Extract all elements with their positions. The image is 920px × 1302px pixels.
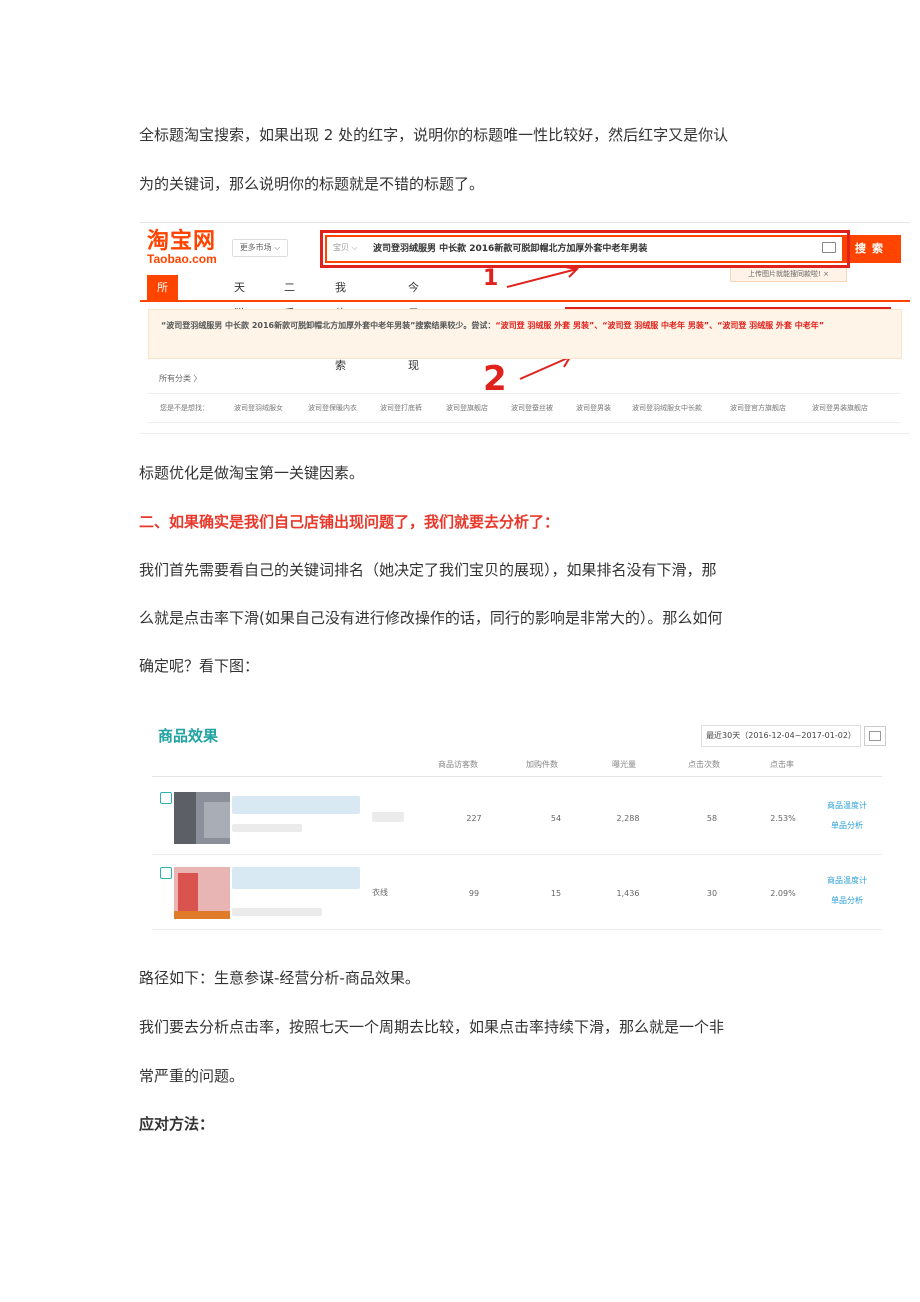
- related-item[interactable]: 波司登保暖内衣: [308, 403, 357, 413]
- row1-exposure: 2,288: [616, 814, 640, 823]
- blurred-product-title: [232, 796, 360, 814]
- row1-product-thermometer-link[interactable]: 商品温度计: [817, 800, 877, 811]
- paragraph-3-line-3: 确定呢？看下图：: [139, 657, 260, 675]
- row-divider: [152, 854, 882, 855]
- few-results-notice: “波司登羽绒服男 中长款 2016新款可脱卸帽北方加厚外套中老年男装”搜索结果较…: [148, 309, 902, 359]
- paragraph-5-line-2: 常严重的问题。: [139, 1067, 245, 1085]
- row1-single-analysis-link[interactable]: 单品分析: [817, 820, 877, 831]
- tab-today-discover[interactable]: 今日发现: [408, 275, 419, 372]
- row2-visitors: 99: [468, 889, 480, 898]
- blurred-product-meta: [232, 908, 322, 916]
- row2-exposure: 1,436: [616, 889, 640, 898]
- paragraph-3-line-1: 我们首先需要看自己的关键词排名（她决定了我们宝贝的展现），如果排名没有下滑，那: [139, 561, 717, 579]
- related-item[interactable]: 波司登男装: [576, 403, 611, 413]
- row-divider: [152, 929, 882, 930]
- blurred-product-tag: [372, 812, 404, 822]
- col-header-clicks: 点击次数: [688, 760, 720, 769]
- paragraph-1-line-2: 为的关键词，那么说明你的标题就是不错的标题了。: [139, 175, 485, 193]
- related-item[interactable]: 波司登男装旗舰店: [812, 403, 868, 413]
- paragraph-5-line-1: 我们要去分析点击率，按照七天一个周期去比较，如果点击率持续下滑，那么就是一个非: [139, 1018, 725, 1036]
- all-categories-link[interactable]: 所有分类 〉: [159, 373, 202, 384]
- annotation-box-1: [320, 230, 850, 268]
- logo-text-cn: 淘宝网: [147, 228, 217, 254]
- col-header-exposure: 曝光量: [612, 760, 636, 769]
- notice-suggestions[interactable]: “波司登 羽绒服 外套 男装”、“波司登 羽绒服 中老年 男装”、“波司登 羽绒…: [495, 321, 824, 330]
- row2-single-analysis-link[interactable]: 单品分析: [817, 895, 877, 906]
- related-item[interactable]: 波司登旗舰店: [446, 403, 488, 413]
- row2-suffix: 衣线: [372, 888, 388, 897]
- tab-tmall[interactable]: 天猫: [234, 275, 245, 320]
- tab-all-items[interactable]: 所有宝贝: [147, 275, 178, 372]
- upload-image-tip: 上传图片就能搜同款啦! ×: [730, 266, 847, 282]
- row1-cart: 54: [550, 814, 562, 823]
- annotation-arrow-1: [506, 266, 580, 288]
- related-item[interactable]: 波司登官方旗舰店: [730, 403, 786, 413]
- tab-underline: [140, 300, 910, 302]
- related-searches: 您是不是想找： 波司登羽绒服女 波司登保暖内衣 波司登打底裤 波司登旗舰店 波司…: [148, 393, 900, 423]
- row1-ctr: 2.53%: [770, 814, 796, 823]
- logo-text-en: Taobao.com: [147, 252, 217, 266]
- annotation-mark-1: 1: [483, 266, 499, 291]
- blurred-product-meta: [232, 824, 302, 832]
- blurred-product-title: [232, 867, 360, 889]
- calendar-icon[interactable]: [864, 726, 886, 746]
- taobao-logo: 淘宝网 Taobao.com: [147, 229, 217, 265]
- related-item[interactable]: 波司登羽绒服女: [234, 403, 283, 413]
- product-thumbnail: [174, 867, 230, 919]
- col-header-visitors: 商品访客数: [438, 760, 478, 769]
- row2-cart: 15: [550, 889, 562, 898]
- section-heading-3: 应对方法：: [139, 1115, 215, 1133]
- more-markets-dropdown[interactable]: 更多市场 ⌵: [232, 239, 288, 257]
- row-checkbox[interactable]: [160, 792, 172, 804]
- row2-ctr: 2.09%: [770, 889, 796, 898]
- col-header-cart: 加购件数: [526, 760, 558, 769]
- tab-second-hand[interactable]: 二手: [284, 275, 295, 320]
- col-header-ctr: 点击率: [770, 760, 794, 769]
- notice-prefix: “波司登羽绒服男 中长款 2016新款可脱卸帽北方加厚外套中老年男装”搜索结果较…: [161, 321, 496, 330]
- search-button[interactable]: 搜索: [843, 235, 901, 263]
- row2-product-thermometer-link[interactable]: 商品温度计: [817, 875, 877, 886]
- related-item[interactable]: 波司登羽绒服女中长款: [632, 403, 702, 413]
- product-thumbnail: [174, 792, 230, 844]
- tab-my-search[interactable]: 我的搜索: [335, 275, 346, 372]
- section-title: 商品效果: [158, 727, 219, 745]
- row1-visitors: 227: [466, 814, 482, 823]
- row-checkbox[interactable]: [160, 867, 172, 879]
- section-heading-2: 二、如果确实是我们自己店铺出现问题了，我们就要去分析了：: [139, 513, 560, 531]
- notice-text: “波司登羽绒服男 中长款 2016新款可脱卸帽北方加厚外套中老年男装”搜索结果较…: [161, 319, 891, 333]
- row1-clicks: 58: [706, 814, 718, 823]
- related-item[interactable]: 波司登蚕丝被: [511, 403, 553, 413]
- row2-clicks: 30: [706, 889, 718, 898]
- paragraph-3-line-2: 么就是点击率下滑(如果自己没有进行修改操作的话，同行的影响是非常大的）。那么如何: [139, 609, 723, 627]
- product-effect-screenshot: 商品效果 最近30天（2016-12-04~2017-01-02） 商品访客数 …: [140, 712, 910, 932]
- header-divider: [152, 776, 882, 777]
- related-item[interactable]: 波司登打底裤: [380, 403, 422, 413]
- paragraph-2: 标题优化是做淘宝第一关键因素。: [139, 464, 365, 482]
- date-range-select[interactable]: 最近30天（2016-12-04~2017-01-02）: [701, 725, 861, 747]
- taobao-search-screenshot: 淘宝网 Taobao.com 更多市场 ⌵ 宝贝 ⌵ 波司登羽绒服男 中长款 2…: [140, 222, 910, 433]
- related-label: 您是不是想找：: [160, 404, 209, 412]
- paragraph-1-line-1: 全标题淘宝搜索，如果出现 2 处的红字，说明你的标题唯一性比较好，然后红字又是你…: [139, 126, 729, 144]
- paragraph-4: 路径如下：生意参谋-经营分析-商品效果。: [139, 969, 420, 987]
